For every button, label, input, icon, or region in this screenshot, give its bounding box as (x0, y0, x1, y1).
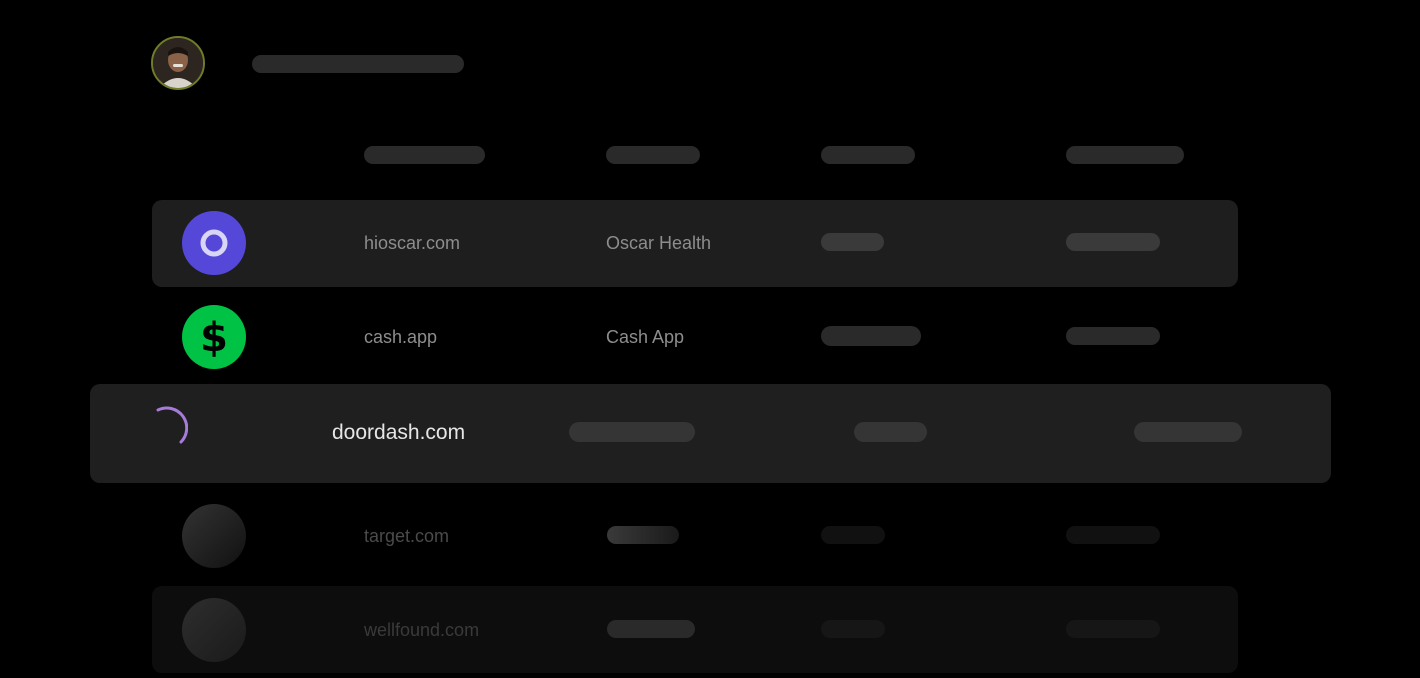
oscar-logo-icon (182, 211, 246, 275)
row-skeleton (1066, 233, 1160, 251)
placeholder-logo-icon (182, 598, 246, 662)
row-skeleton (821, 233, 884, 251)
row-skeleton (821, 526, 885, 544)
placeholder-logo-icon (182, 504, 246, 568)
row-skeleton (821, 326, 921, 346)
column-header-3-skeleton (821, 146, 915, 164)
row-skeleton (1066, 327, 1160, 345)
row-skeleton (1134, 422, 1242, 442)
row-domain: hioscar.com (364, 233, 461, 253)
row-company: Oscar Health (606, 233, 712, 253)
user-avatar[interactable] (151, 36, 205, 90)
row-skeleton (854, 422, 927, 442)
row-domain: target.com (364, 526, 450, 546)
row-domain: doordash.com (332, 421, 466, 444)
row-skeleton (1066, 620, 1160, 638)
column-header-domain-skeleton (364, 146, 485, 164)
svg-text:$: $ (200, 315, 228, 361)
row-skeleton (1066, 526, 1160, 544)
header-title-skeleton (252, 55, 464, 73)
column-header-company-skeleton (606, 146, 700, 164)
cash-app-logo-icon: $ (182, 305, 246, 369)
row-skeleton (821, 620, 885, 638)
row-skeleton (607, 620, 695, 638)
row-domain: cash.app (364, 327, 438, 347)
column-header-4-skeleton (1066, 146, 1184, 164)
row-company: Cash App (606, 327, 685, 347)
row-skeleton (607, 526, 679, 544)
row-domain: wellfound.com (364, 620, 480, 640)
row-skeleton (569, 422, 695, 442)
loading-spinner-icon (148, 404, 189, 448)
